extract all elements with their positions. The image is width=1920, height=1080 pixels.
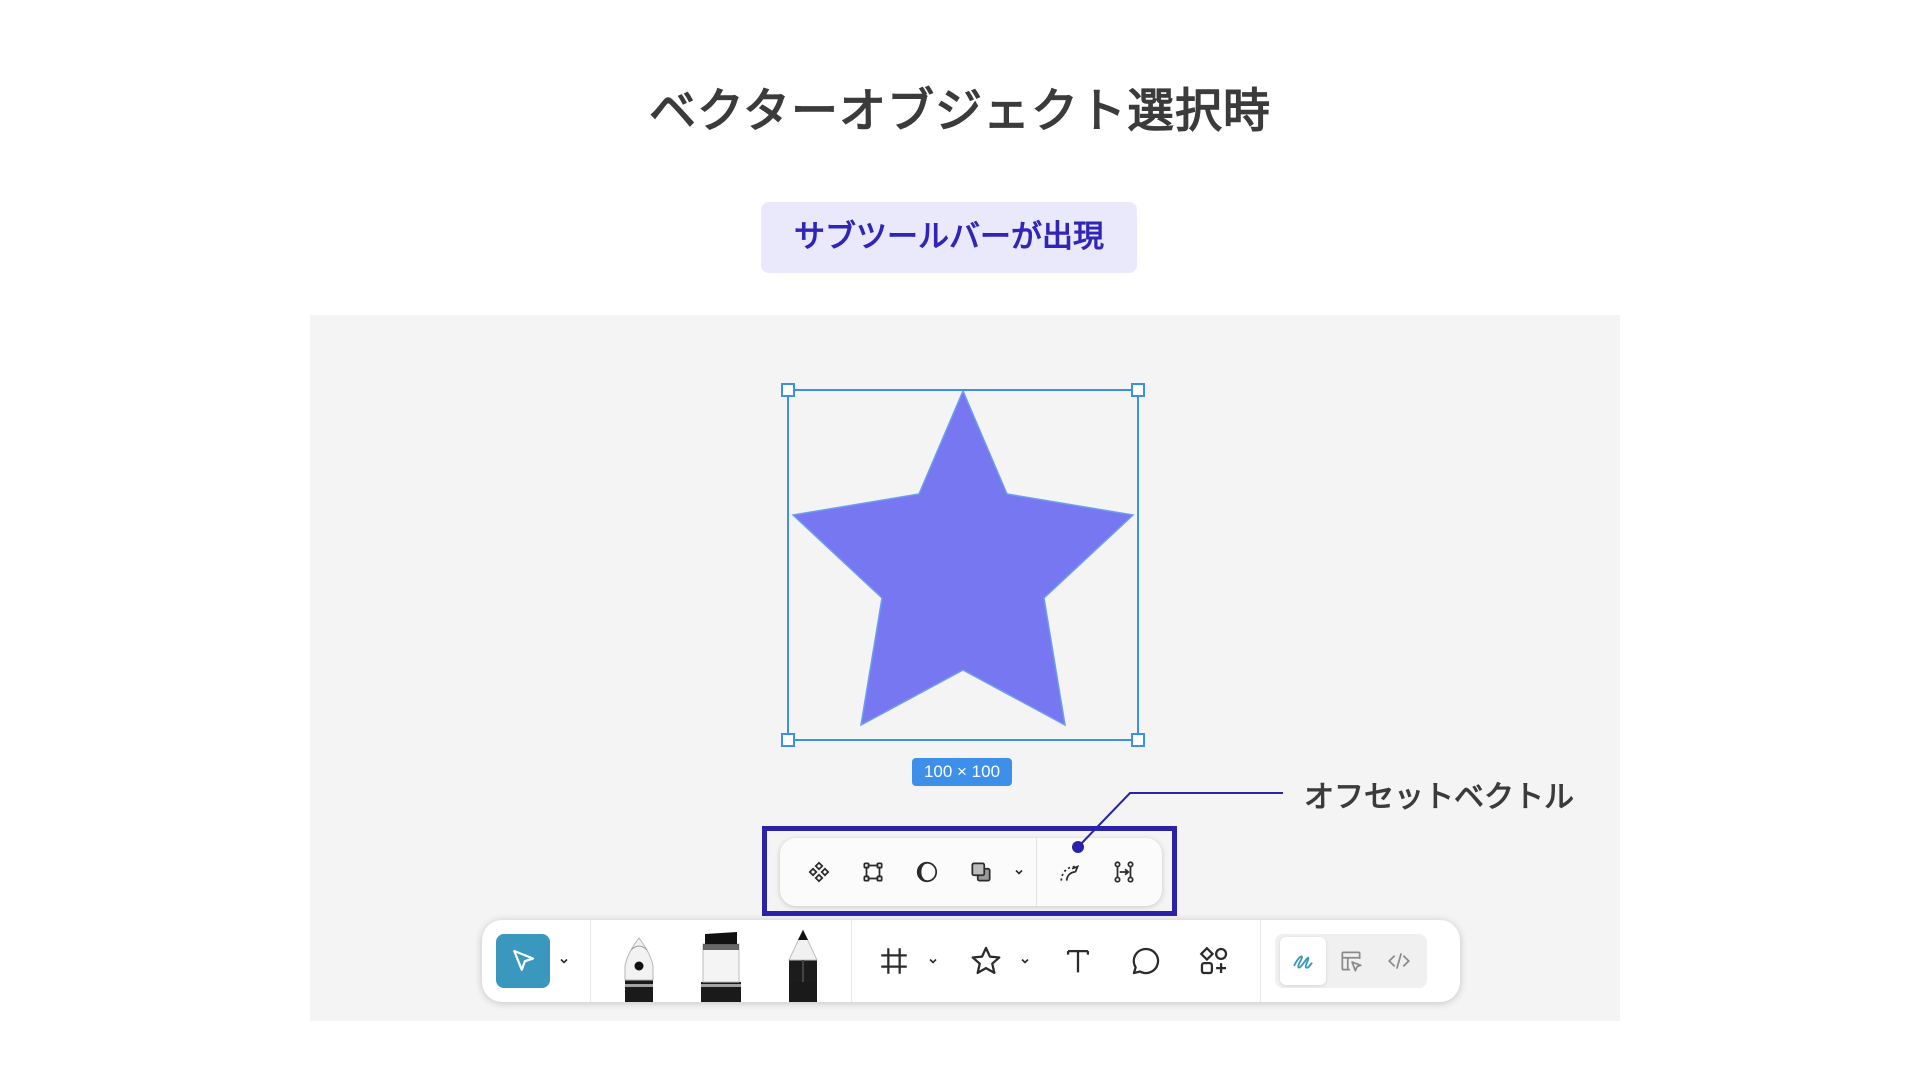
sub-toolbar (780, 838, 1162, 906)
chevron-down-icon[interactable] (550, 955, 578, 967)
resize-handle-bottom-left[interactable] (781, 733, 795, 747)
chevron-down-icon[interactable] (1016, 955, 1034, 967)
offset-path-icon[interactable] (1043, 845, 1097, 899)
frame-selection-icon[interactable] (846, 845, 900, 899)
chevron-down-icon[interactable] (1008, 845, 1030, 899)
text-tool-button[interactable] (1048, 920, 1108, 1002)
resize-handle-top-left[interactable] (781, 383, 795, 397)
toolbar-divider (1260, 920, 1261, 1002)
vector-network-icon[interactable] (1097, 845, 1151, 899)
resize-handle-bottom-right[interactable] (1131, 733, 1145, 747)
pencil-icon[interactable] (773, 926, 833, 1002)
frame-tool-button[interactable] (864, 920, 924, 1002)
move-arrow-icon (513, 949, 535, 971)
shape-tool-button[interactable] (956, 920, 1016, 1002)
star-vector-object[interactable] (791, 389, 1135, 727)
comment-bubble-icon (1132, 947, 1160, 975)
pen-icon[interactable] (609, 926, 669, 1002)
sub-toolbar-divider (1036, 838, 1037, 906)
comment-tool-button[interactable] (1116, 920, 1176, 1002)
actions-tool-button[interactable] (1184, 920, 1244, 1002)
toolbar-divider (851, 920, 852, 1002)
actions-icon (1199, 946, 1228, 975)
boolean-union-icon[interactable] (954, 845, 1008, 899)
draw-mode-icon (1293, 955, 1313, 969)
dev-mode-button[interactable] (1376, 937, 1422, 985)
callout-label: オフセットベクトル (1304, 780, 1574, 815)
mask-icon[interactable] (900, 845, 954, 899)
text-icon (1066, 949, 1090, 973)
draw-mode-button[interactable] (1280, 937, 1326, 985)
design-mode-button[interactable] (1328, 937, 1374, 985)
mode-switcher (1275, 934, 1427, 988)
chevron-down-icon[interactable] (924, 955, 942, 967)
move-tool-button[interactable] (496, 934, 550, 988)
main-toolbar (482, 920, 1460, 1002)
subtoolbar-badge: サブツールバーが出現 (761, 202, 1137, 273)
dimension-label: 100 × 100 (912, 758, 1012, 786)
marker-icon[interactable] (691, 926, 751, 1002)
design-mode-icon (1341, 951, 1362, 972)
dev-mode-icon (1388, 953, 1410, 969)
drawing-tools (591, 920, 851, 1002)
resize-handle-top-right[interactable] (1131, 383, 1145, 397)
page-title: ベクターオブジェクト選択時 (648, 84, 1272, 139)
star-shape-icon (971, 946, 1001, 975)
component-icon[interactable] (792, 845, 846, 899)
frame-hash-icon (881, 948, 907, 974)
